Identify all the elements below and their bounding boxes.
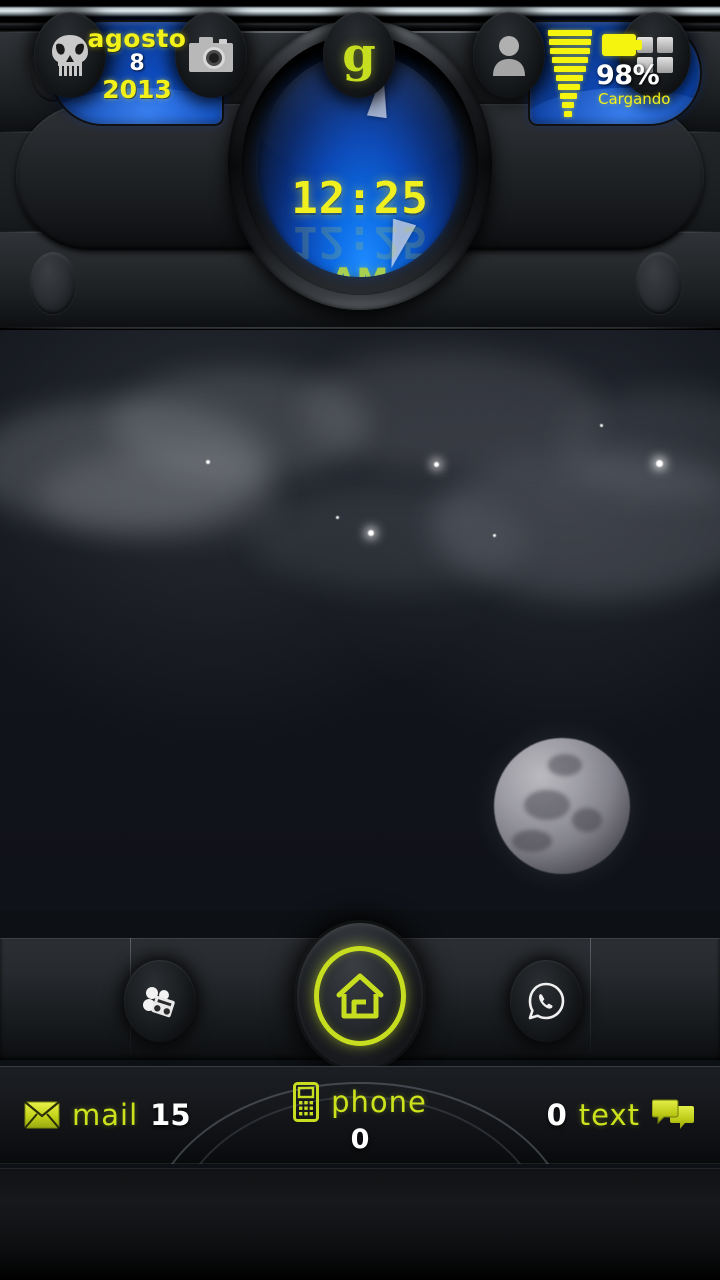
home-ring — [314, 946, 406, 1046]
home-screen: agosto 8 2013 98% Cargando 12:25 12:25 m… — [0, 0, 720, 1280]
battery-percent: 98% — [596, 60, 660, 91]
dock-divider — [590, 938, 591, 1060]
battery-charging-state: Cargando — [598, 90, 671, 108]
date-month: agosto — [87, 24, 187, 53]
home-icon — [336, 973, 384, 1019]
star-graphic — [656, 460, 663, 467]
moon-graphic — [494, 738, 630, 874]
date-year: 2013 — [102, 75, 172, 104]
clock-meridiem: AM — [258, 261, 462, 277]
clock-time: 12:25 — [291, 173, 429, 224]
music-player-icon — [143, 987, 175, 1018]
counter-text-count: 0 — [546, 1098, 567, 1132]
cloud-graphic — [250, 490, 530, 590]
contacts-person-icon — [493, 36, 525, 76]
app-item-google[interactable]: g — [323, 12, 395, 98]
star-graphic — [336, 516, 339, 519]
mobile-phone-icon — [293, 1082, 320, 1122]
app-bar — [0, 1168, 720, 1280]
google-icon: g — [342, 26, 376, 83]
weather-widget[interactable]: San Juan Partly Cloudy 80 ° wind: 3mph h… — [0, 330, 720, 910]
cloud-graphic — [40, 450, 280, 540]
star-graphic — [434, 462, 439, 467]
bezel-dimple — [30, 252, 76, 314]
counter-phone-label: phone — [331, 1085, 427, 1119]
speech-bubbles-icon — [652, 1099, 694, 1129]
rail-divider-bottom — [0, 327, 720, 329]
dock-item-whatsapp[interactable] — [510, 960, 582, 1042]
dock-item-music[interactable] — [124, 960, 196, 1042]
date-display[interactable]: agosto 8 2013 — [52, 22, 222, 124]
star-graphic — [206, 460, 210, 464]
battery-display[interactable]: 98% Cargando — [530, 22, 700, 124]
star-graphic — [493, 534, 496, 537]
battery-level-bars — [544, 30, 592, 118]
date-day: 8 — [129, 51, 145, 76]
bezel-dimple — [636, 252, 682, 314]
dock-item-home[interactable] — [297, 923, 423, 1069]
counter-text[interactable]: 0 text — [547, 1098, 696, 1132]
whatsapp-icon — [528, 982, 565, 1020]
counter-text-label: text — [578, 1098, 640, 1132]
battery-icon — [602, 34, 642, 56]
star-graphic — [600, 424, 603, 427]
star-graphic — [368, 530, 374, 536]
